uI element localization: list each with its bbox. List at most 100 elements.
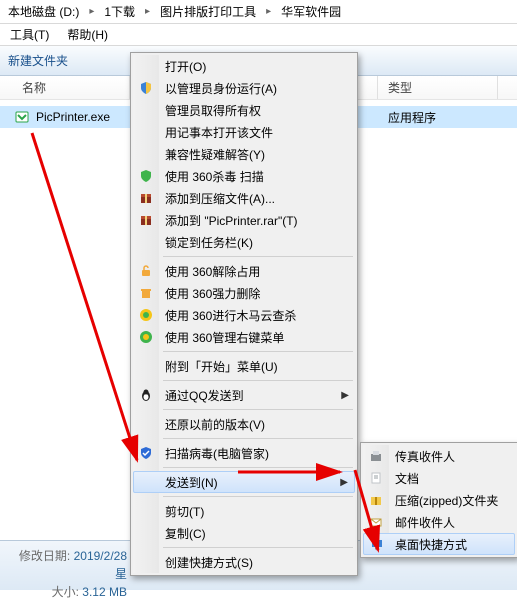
breadcrumb-seg[interactable]: 华军软件园 — [277, 1, 345, 22]
menu-separator — [163, 547, 353, 548]
menu-item[interactable]: 压缩(zipped)文件夹 — [363, 489, 515, 511]
menu-item[interactable]: 兼容性疑难解答(Y) — [133, 143, 355, 165]
menu-item[interactable]: 发送到(N) ▶ — [133, 471, 355, 493]
menu-item-label: 用记事本打开该文件 — [165, 124, 273, 141]
delete-icon — [138, 285, 154, 301]
app-icon — [14, 109, 30, 125]
menu-item-label: 通过QQ发送到 — [165, 387, 244, 404]
menu-item-label: 文档 — [395, 470, 419, 487]
menu-item-label: 添加到压缩文件(A)... — [165, 190, 275, 207]
menu-item[interactable]: 使用 360管理右键菜单 — [133, 326, 355, 348]
menu-item-label: 扫描病毒(电脑管家) — [165, 445, 269, 462]
menu-item-label: 发送到(N) — [165, 474, 218, 491]
menu-item[interactable]: 锁定到任务栏(K) — [133, 231, 355, 253]
menu-item-label: 创建快捷方式(S) — [165, 554, 253, 571]
menu-item-label: 锁定到任务栏(K) — [165, 234, 253, 251]
menu-item-label: 还原以前的版本(V) — [165, 416, 265, 433]
menu-item-label: 压缩(zipped)文件夹 — [395, 492, 498, 509]
menu-item-label: 剪切(T) — [165, 503, 204, 520]
chevron-right-icon: ▸ — [85, 4, 98, 19]
menu-item-label: 附到「开始」菜单(U) — [165, 358, 278, 375]
menu-separator — [163, 496, 353, 497]
unlock-icon — [138, 263, 154, 279]
ball-y-icon — [138, 307, 154, 323]
menu-separator — [163, 380, 353, 381]
menu-item-label: 兼容性疑难解答(Y) — [165, 146, 265, 163]
menu-tools[interactable]: 工具(T) — [6, 24, 53, 45]
breadcrumb-seg[interactable]: 图片排版打印工具 — [156, 1, 260, 22]
breadcrumb-seg[interactable]: 1下载 — [100, 1, 139, 22]
menu-separator — [163, 438, 353, 439]
menu-item[interactable]: 附到「开始」菜单(U) — [133, 355, 355, 377]
menu-item-label: 添加到 "PicPrinter.rar"(T) — [165, 212, 298, 229]
menu-item[interactable]: 以管理员身份运行(A) — [133, 77, 355, 99]
menu-item[interactable]: 添加到 "PicPrinter.rar"(T) — [133, 209, 355, 231]
menu-help[interactable]: 帮助(H) — [63, 24, 112, 45]
chevron-right-icon: ▸ — [141, 4, 154, 19]
size-label: 大小: — [52, 585, 79, 599]
submenu-arrow-icon: ▶ — [341, 390, 349, 401]
menu-item[interactable]: 文档 — [363, 467, 515, 489]
menu-item[interactable]: 复制(C) — [133, 522, 355, 544]
menu-item-label: 复制(C) — [165, 525, 206, 542]
menu-item[interactable]: 使用 360强力删除 — [133, 282, 355, 304]
mail-icon — [368, 514, 384, 530]
ball-g-icon — [138, 329, 154, 345]
menu-item[interactable]: 传真收件人 — [363, 445, 515, 467]
menu-item[interactable]: 剪切(T) — [133, 500, 355, 522]
new-folder-button[interactable]: 新建文件夹 — [8, 52, 68, 69]
menu-item[interactable]: 扫描病毒(电脑管家) — [133, 442, 355, 464]
menu-item[interactable]: 桌面快捷方式 — [363, 533, 515, 555]
menu-item-label: 使用 360管理右键菜单 — [165, 329, 284, 346]
size-value: 3.12 MB — [82, 585, 127, 599]
doc-icon — [368, 470, 384, 486]
col-header-type[interactable]: 类型 — [378, 76, 498, 99]
menu-separator — [163, 256, 353, 257]
desktop-icon — [369, 536, 385, 552]
menu-item-label: 以管理员身份运行(A) — [165, 80, 277, 97]
menu-item[interactable]: 使用 360解除占用 — [133, 260, 355, 282]
mod-date-label: 修改日期: — [19, 549, 70, 563]
menu-item[interactable]: 添加到压缩文件(A)... — [133, 187, 355, 209]
menu-item-label: 使用 360杀毒 扫描 — [165, 168, 264, 185]
menu-item[interactable]: 使用 360杀毒 扫描 — [133, 165, 355, 187]
submenu-arrow-icon: ▶ — [340, 477, 348, 488]
menu-item[interactable]: 使用 360进行木马云查杀 — [133, 304, 355, 326]
menu-item-label: 打开(O) — [165, 58, 206, 75]
menu-item-label: 邮件收件人 — [395, 514, 455, 531]
menu-item[interactable]: 创建快捷方式(S) — [133, 551, 355, 573]
archive-icon — [138, 190, 154, 206]
menu-item[interactable]: 打开(O) — [133, 55, 355, 77]
breadcrumb[interactable]: 本地磁盘 (D:) ▸ 1下载 ▸ 图片排版打印工具 ▸ 华军软件园 — [0, 0, 517, 24]
archive-icon — [138, 212, 154, 228]
shield-icon — [138, 80, 154, 96]
menu-item-label: 使用 360解除占用 — [165, 263, 260, 280]
menu-separator — [163, 409, 353, 410]
mod-date-value: 2019/2/28 星 — [74, 549, 127, 581]
menu-bar: 工具(T) 帮助(H) — [0, 24, 517, 46]
menu-item[interactable]: 管理员取得所有权 — [133, 99, 355, 121]
menu-item-label: 传真收件人 — [395, 448, 455, 465]
menu-separator — [163, 467, 353, 468]
fax-icon — [368, 448, 384, 464]
menu-item[interactable]: 用记事本打开该文件 — [133, 121, 355, 143]
file-type: 应用程序 — [378, 109, 436, 126]
menu-item[interactable]: 通过QQ发送到 ▶ — [133, 384, 355, 406]
menu-item-label: 使用 360进行木马云查杀 — [165, 307, 296, 324]
menu-item-label: 管理员取得所有权 — [165, 102, 261, 119]
menu-separator — [163, 351, 353, 352]
qq-icon — [138, 387, 154, 403]
file-name: PicPrinter.exe — [36, 110, 130, 124]
chevron-right-icon: ▸ — [262, 4, 275, 19]
send-to-submenu: 传真收件人文档压缩(zipped)文件夹邮件收件人桌面快捷方式 — [360, 442, 517, 558]
menu-item[interactable]: 还原以前的版本(V) — [133, 413, 355, 435]
av-green-icon — [138, 168, 154, 184]
menu-item-label: 桌面快捷方式 — [395, 536, 467, 553]
context-menu: 打开(O) 以管理员身份运行(A) 管理员取得所有权用记事本打开该文件兼容性疑难解答… — [130, 52, 358, 576]
menu-item[interactable]: 邮件收件人 — [363, 511, 515, 533]
menu-item-label: 使用 360强力删除 — [165, 285, 260, 302]
zip-icon — [368, 492, 384, 508]
breadcrumb-seg[interactable]: 本地磁盘 (D:) — [4, 1, 83, 22]
shield-blue-icon — [138, 445, 154, 461]
col-header-name[interactable]: 名称 — [0, 76, 130, 99]
